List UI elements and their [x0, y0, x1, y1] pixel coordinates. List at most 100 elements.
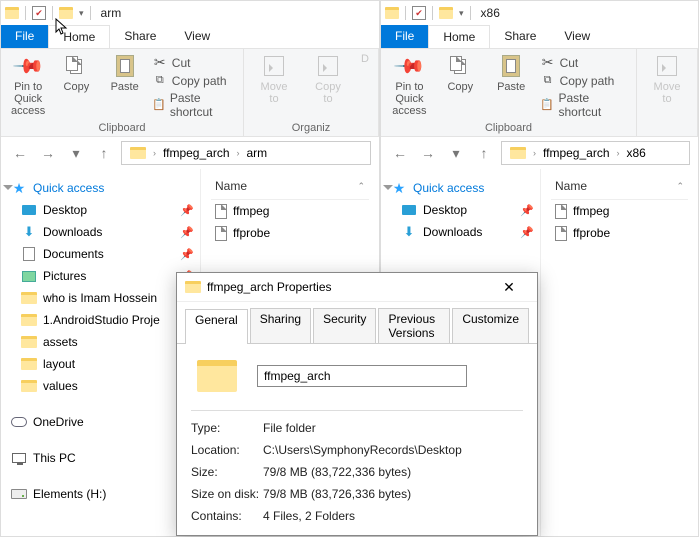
prop-value-size: 79/8 MB (83,722,336 bytes): [263, 465, 411, 479]
sidebar-item-onedrive[interactable]: OneDrive: [1, 411, 200, 433]
sidebar-item-downloads[interactable]: ⬇Downloads📌: [381, 221, 540, 243]
copy-path-icon: ⧉: [540, 73, 556, 89]
tab-file[interactable]: File: [1, 25, 48, 48]
close-button[interactable]: ✕: [489, 273, 529, 301]
chevron-right-icon[interactable]: ›: [152, 148, 157, 158]
pin-to-quick-access-button[interactable]: 📌Pin to Quick access: [387, 53, 432, 120]
checkbox-icon[interactable]: ✔: [412, 6, 426, 20]
folder-icon: [21, 378, 37, 394]
breadcrumb[interactable]: › ffmpeg_arch › arm: [121, 141, 371, 165]
sidebar-item-pictures[interactable]: Pictures📌: [1, 265, 200, 287]
desktop-icon: [401, 202, 417, 218]
sidebar-item-this-pc[interactable]: This PC: [1, 447, 200, 469]
chevron-right-icon[interactable]: ›: [532, 148, 537, 158]
titlebar: ✔ ▾ arm: [1, 1, 379, 25]
sidebar-item-desktop[interactable]: Desktop📌: [1, 199, 200, 221]
sidebar-item-documents[interactable]: Documents📌: [1, 243, 200, 265]
sidebar-item-folder[interactable]: who is Imam Hossein: [1, 287, 200, 309]
star-icon: ★: [11, 180, 27, 196]
history-dropdown-icon[interactable]: ▾: [65, 142, 87, 164]
sidebar-item-downloads[interactable]: ⬇Downloads📌: [1, 221, 200, 243]
tab-view[interactable]: View: [550, 25, 604, 48]
paste-shortcut-button[interactable]: 📋Paste shortcut: [540, 91, 630, 119]
ribbon-tabs: File Home Share View: [1, 25, 379, 49]
checkbox-icon[interactable]: ✔: [32, 6, 46, 20]
ribbon-group-label: Clipboard: [7, 120, 237, 134]
copy-button[interactable]: Copy: [438, 53, 483, 120]
list-item[interactable]: ffprobe: [211, 222, 369, 244]
chevron-right-icon[interactable]: ›: [236, 148, 241, 158]
list-item[interactable]: ffmpeg: [211, 200, 369, 222]
prop-value-location: C:\Users\SymphonyRecords\Desktop: [263, 443, 462, 457]
move-to-icon: [261, 53, 287, 79]
sidebar-item-quick-access[interactable]: ★Quick access: [381, 177, 540, 199]
breadcrumb-item[interactable]: ffmpeg_arch: [159, 146, 234, 160]
qat-dropdown-icon[interactable]: ▾: [459, 8, 464, 19]
tab-home[interactable]: Home: [48, 25, 110, 48]
prop-label-size-on-disk: Size on disk:: [191, 487, 263, 501]
sidebar-item-folder[interactable]: assets: [1, 331, 200, 353]
prop-label-location: Location:: [191, 443, 263, 457]
copy-button[interactable]: Copy: [55, 53, 97, 120]
breadcrumb[interactable]: › ffmpeg_arch › x86: [501, 141, 690, 165]
folder-qat-icon[interactable]: [59, 6, 73, 20]
copy-to-icon: [315, 53, 341, 79]
sidebar-item-drive[interactable]: Elements (H:): [1, 483, 200, 505]
tab-sharing[interactable]: Sharing: [250, 308, 311, 343]
tab-file[interactable]: File: [381, 25, 428, 48]
history-dropdown-icon[interactable]: ▾: [445, 142, 467, 164]
sidebar-item-folder[interactable]: values: [1, 375, 200, 397]
forward-button[interactable]: →: [37, 142, 59, 164]
pin-to-quick-access-button[interactable]: 📌 Pin to Quick access: [7, 53, 49, 120]
sidebar-item-desktop[interactable]: Desktop📌: [381, 199, 540, 221]
qat-dropdown-icon[interactable]: ▾: [79, 8, 84, 19]
breadcrumb-item[interactable]: arm: [243, 146, 272, 160]
tab-security[interactable]: Security: [313, 308, 376, 343]
breadcrumb-item[interactable]: ffmpeg_arch: [539, 146, 614, 160]
window-title: arm: [101, 6, 122, 20]
column-header-name[interactable]: Name⌃: [551, 177, 688, 200]
paste-button[interactable]: Paste: [489, 53, 534, 120]
paste-button[interactable]: Paste: [104, 53, 146, 120]
tab-home[interactable]: Home: [428, 25, 490, 48]
breadcrumb-item[interactable]: x86: [623, 146, 650, 160]
ribbon-group-label: [643, 132, 691, 134]
tab-previous-versions[interactable]: Previous Versions: [378, 308, 450, 343]
tab-customize[interactable]: Customize: [452, 308, 529, 343]
sidebar-item-quick-access[interactable]: ★Quick access: [1, 177, 200, 199]
forward-button[interactable]: →: [417, 142, 439, 164]
move-to-button[interactable]: Move to: [643, 53, 691, 132]
tab-view[interactable]: View: [170, 25, 224, 48]
copy-path-button[interactable]: ⧉Copy path: [540, 73, 630, 89]
sidebar-item-folder[interactable]: layout: [1, 353, 200, 375]
copy-icon: [63, 53, 89, 79]
tab-general[interactable]: General: [185, 309, 248, 344]
folder-name-input[interactable]: [257, 365, 467, 387]
paste-shortcut-icon: 📋: [152, 97, 166, 113]
cut-button[interactable]: ✂Cut: [540, 55, 630, 71]
sidebar-item-folder[interactable]: 1.AndroidStudio Proje: [1, 309, 200, 331]
folder-icon: [21, 334, 37, 350]
folder-qat-icon[interactable]: [439, 6, 453, 20]
up-button[interactable]: ↑: [473, 142, 495, 164]
cut-button[interactable]: ✂Cut: [152, 55, 237, 71]
paste-shortcut-button[interactable]: 📋Paste shortcut: [152, 91, 237, 119]
back-button[interactable]: ←: [9, 142, 31, 164]
chevron-right-icon[interactable]: ›: [616, 148, 621, 158]
move-to-button[interactable]: Move to: [250, 53, 298, 120]
tab-share[interactable]: Share: [110, 25, 170, 48]
column-header-name[interactable]: Name⌃: [211, 177, 369, 200]
list-item[interactable]: ffmpeg: [551, 200, 688, 222]
up-button[interactable]: ↑: [93, 142, 115, 164]
navigation-pane: ★Quick access Desktop📌 ⬇Downloads📌 Docum…: [1, 169, 201, 536]
list-item[interactable]: ffprobe: [551, 222, 688, 244]
copy-path-button[interactable]: ⧉Copy path: [152, 73, 237, 89]
folder-icon: [21, 356, 37, 372]
tab-share[interactable]: Share: [490, 25, 550, 48]
delete-button[interactable]: D: [358, 53, 372, 120]
scissors-icon: ✂: [152, 55, 168, 71]
back-button[interactable]: ←: [389, 142, 411, 164]
prop-label-size: Size:: [191, 465, 263, 479]
copy-to-button[interactable]: Copy to: [304, 53, 352, 120]
ribbon: 📌 Pin to Quick access Copy Paste ✂Cut ⧉C…: [1, 49, 379, 137]
